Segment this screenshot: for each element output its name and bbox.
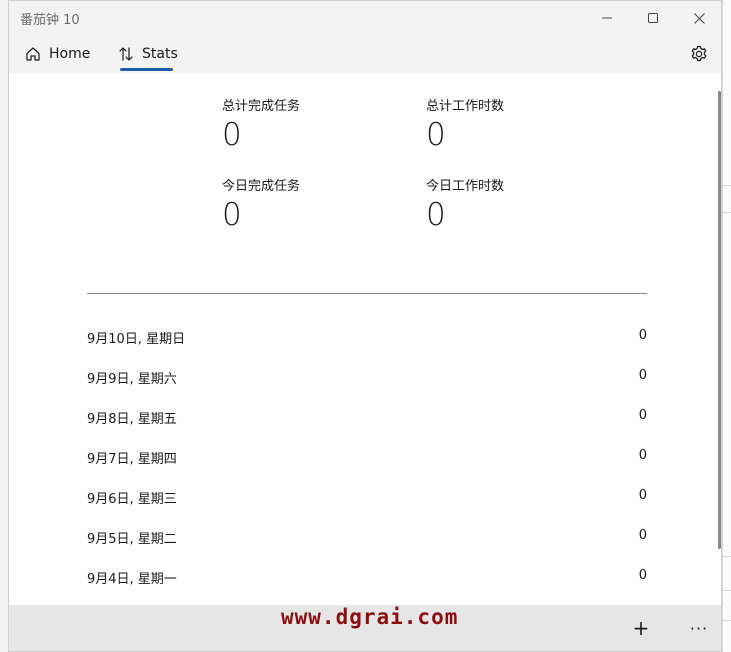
today-tasks-value: 0 bbox=[222, 197, 242, 233]
watermark: www.dgrai.com bbox=[281, 605, 459, 629]
tab-stats-label: Stats bbox=[142, 46, 178, 62]
add-button[interactable]: + bbox=[625, 613, 657, 643]
day-label: 9月8日, 星期五 bbox=[87, 412, 177, 427]
list-item: 9月9日, 星期六 0 bbox=[87, 368, 647, 388]
day-value: 0 bbox=[638, 408, 647, 423]
more-icon: ··· bbox=[689, 618, 709, 638]
today-tasks-stat: 今日完成任务 0 bbox=[222, 175, 300, 233]
divider bbox=[87, 293, 647, 294]
selected-tab-indicator bbox=[120, 68, 173, 71]
more-button[interactable]: ··· bbox=[683, 613, 715, 643]
today-hours-stat: 今日工作时数 0 bbox=[426, 175, 504, 233]
today-hours-value: 0 bbox=[426, 197, 446, 233]
nav-bar: Home Stats bbox=[9, 35, 721, 73]
day-label: 9月4日, 星期一 bbox=[87, 572, 177, 587]
settings-button[interactable] bbox=[689, 44, 709, 64]
day-label: 9月6日, 星期三 bbox=[87, 492, 177, 507]
total-hours-label: 总计工作时数 bbox=[426, 99, 505, 114]
total-tasks-stat: 总计完成任务 0 bbox=[222, 95, 300, 153]
maximize-icon bbox=[648, 13, 658, 23]
day-label: 9月9日, 星期六 bbox=[87, 372, 177, 387]
total-tasks-value: 0 bbox=[222, 117, 242, 153]
list-item: 9月5日, 星期二 0 bbox=[87, 528, 647, 548]
total-hours-stat: 总计工作时数 0 bbox=[426, 95, 504, 153]
day-label: 9月7日, 星期四 bbox=[87, 452, 177, 467]
total-tasks-label: 总计完成任务 bbox=[222, 99, 301, 114]
window-title: 番茄钟 10 bbox=[20, 13, 80, 28]
minimize-icon bbox=[602, 17, 612, 19]
today-tasks-label: 今日完成任务 bbox=[222, 179, 301, 194]
list-item: 9月8日, 星期五 0 bbox=[87, 408, 647, 428]
total-hours-value: 0 bbox=[426, 117, 446, 153]
pomodoro-app-window: 番茄钟 10 Home Stats 总计完成任务 0 总计工作时数 0 今日完成… bbox=[8, 0, 722, 652]
day-value: 0 bbox=[638, 368, 647, 383]
sort-arrows-icon bbox=[119, 47, 133, 61]
maximize-button[interactable] bbox=[630, 1, 676, 35]
list-item: 9月4日, 星期一 0 bbox=[87, 568, 647, 588]
minimize-button[interactable] bbox=[584, 1, 630, 35]
list-item: 9月10日, 星期日 0 bbox=[87, 328, 647, 348]
plus-icon: + bbox=[632, 616, 650, 640]
list-item: 9月7日, 星期四 0 bbox=[87, 448, 647, 468]
day-label: 9月10日, 星期日 bbox=[87, 332, 186, 347]
gear-icon bbox=[691, 45, 707, 62]
today-hours-label: 今日工作时数 bbox=[426, 179, 505, 194]
tab-home[interactable]: Home bbox=[25, 35, 90, 73]
day-value: 0 bbox=[638, 568, 647, 583]
close-icon bbox=[693, 12, 705, 24]
day-value: 0 bbox=[638, 488, 647, 503]
list-item: 9月6日, 星期三 0 bbox=[87, 488, 647, 508]
day-value: 0 bbox=[638, 448, 647, 463]
command-bar: www.dgrai.com + ··· bbox=[9, 605, 721, 651]
close-button[interactable] bbox=[676, 1, 721, 35]
stats-page: 总计完成任务 0 总计工作时数 0 今日完成任务 0 今日工作时数 0 9月10… bbox=[9, 73, 721, 605]
background-window-edge bbox=[722, 0, 731, 652]
home-icon bbox=[26, 47, 40, 61]
title-bar: 番茄钟 10 bbox=[9, 1, 721, 35]
tab-home-label: Home bbox=[49, 46, 91, 62]
day-value: 0 bbox=[638, 328, 647, 343]
scrollbar[interactable] bbox=[718, 91, 721, 549]
day-label: 9月5日, 星期二 bbox=[87, 532, 177, 547]
day-value: 0 bbox=[638, 528, 647, 543]
